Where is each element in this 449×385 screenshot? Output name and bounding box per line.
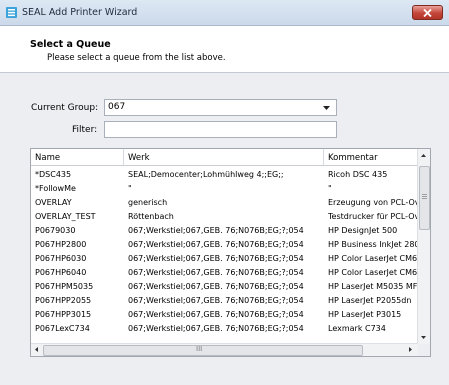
cell-name: *FollowMe	[35, 184, 76, 193]
scroll-left-icon[interactable]	[35, 347, 38, 352]
cell-kommentar: HP Color LaserJet CM6040	[328, 268, 419, 277]
cell-kommentar: Testdrucker für PCL-Overlays	[328, 212, 419, 221]
cell-name: P067LexC734	[35, 324, 90, 333]
horizontal-scrollbar[interactable]: III	[31, 343, 418, 356]
table-row[interactable]: P067LexC734 067;Werkstiel;067,GEB. 76;N07…	[31, 323, 419, 335]
table-row[interactable]: P067HPP2055 067;Werkstiel;067,GEB. 76;N07…	[31, 295, 419, 307]
cell-name: P067HPM5035	[35, 282, 94, 291]
cell-kommentar: HP Business InkJet 2800	[328, 240, 419, 249]
page-title: Select a Queue	[30, 39, 111, 50]
close-button[interactable]	[412, 5, 443, 20]
horizontal-scroll-thumb[interactable]: III	[43, 345, 363, 356]
filter-label: Filter:	[72, 125, 98, 135]
cell-name: P067HP2800	[35, 240, 87, 249]
cell-kommentar: Ricoh DSC 435	[328, 170, 388, 179]
cell-werk: 067;Werkstiel;067,GEB. 76;N076B;EG;?;054	[128, 324, 304, 333]
cell-name: P067HPP3015	[35, 310, 92, 319]
table-row[interactable]: P067HPP3015 067;Werkstiel;067,GEB. 76;N07…	[31, 309, 419, 321]
cell-werk: generisch	[128, 198, 168, 207]
cell-kommentar: Lexmark C734	[328, 324, 386, 333]
cell-name: P067HPP2055	[35, 296, 92, 305]
cell-kommentar: HP LaserJet M5035 MFP	[328, 282, 419, 291]
horizontal-grip: III	[196, 345, 203, 353]
cell-kommentar: HP LaserJet P3015	[328, 310, 402, 319]
cell-name: P067HP6040	[35, 268, 87, 277]
cell-werk: 067;Werkstiel;067,GEB. 76;N076B;EG;?;054	[128, 226, 304, 235]
cell-werk: 067;Werkstiel;067,GEB. 76;N076B;EG;?;054	[128, 296, 304, 305]
seal-app-icon	[6, 7, 17, 18]
cell-kommentar: HP Color LaserJet CM6030	[328, 254, 419, 263]
wizard-window: SEAL Add Printer Wizard Select a Queue P…	[0, 0, 449, 385]
column-header-name[interactable]: Name	[31, 149, 124, 166]
filter-input[interactable]	[104, 121, 337, 138]
table-row[interactable]: P067HPM5035 067;Werkstiel;067,GEB. 76;N07…	[31, 281, 419, 293]
vertical-scrollbar[interactable]	[417, 149, 430, 344]
cell-werk: 067;Werkstiel;067,GEB. 76;N076B;EG;?;054	[128, 268, 304, 277]
table-row[interactable]: OVERLAY generisch Erzeugung von PCL-Overla…	[31, 197, 419, 209]
cell-name: P0679030	[35, 226, 76, 235]
page-subtitle: Please select a queue from the list abov…	[47, 53, 226, 63]
queue-table[interactable]: Name Werk Kommentar *DSC435 SEAL;Democent…	[30, 148, 431, 357]
chevron-down-icon	[323, 106, 330, 110]
table-row[interactable]: *DSC435 SEAL;Democenter;Lohmühlweg 4;;EG;…	[31, 169, 419, 181]
table-row[interactable]: P0679030 067;Werkstiel;067,GEB. 76;N076B;…	[31, 225, 419, 237]
cell-werk: "	[128, 184, 132, 193]
cell-name: P067HP6030	[35, 254, 87, 263]
table-row[interactable]: P067HP6040 067;Werkstiel;067,GEB. 76;N076…	[31, 267, 419, 279]
current-group-select[interactable]: 067	[104, 99, 337, 116]
scroll-up-icon[interactable]	[421, 154, 426, 157]
cell-kommentar: HP LaserJet P2055dn	[328, 296, 412, 305]
cell-werk: 067;Werkstiel;067,GEB. 76;N076B;EG;?;054	[128, 282, 304, 291]
cell-name: *DSC435	[35, 170, 72, 179]
table-row[interactable]: P067HP6030 067;Werkstiel;067,GEB. 76;N076…	[31, 253, 419, 265]
cell-werk: 067;Werkstiel;067,GEB. 76;N076B;EG;?;054	[128, 254, 304, 263]
column-header-werk[interactable]: Werk	[124, 149, 324, 166]
title-bar[interactable]: SEAL Add Printer Wizard	[0, 0, 449, 26]
cell-name: OVERLAY	[35, 198, 72, 207]
cell-kommentar: Erzeugung von PCL-Overlays	[328, 198, 419, 207]
vertical-scroll-thumb[interactable]	[419, 166, 430, 230]
current-group-value: 067	[108, 102, 126, 112]
scroll-corner	[418, 344, 430, 356]
cell-werk: 067;Werkstiel;067,GEB. 76;N076B;EG;?;054	[128, 310, 304, 319]
scroll-down-icon[interactable]	[421, 336, 426, 339]
scroll-right-icon[interactable]	[409, 347, 412, 352]
cell-kommentar: HP DesignJet 500	[328, 226, 398, 235]
cell-werk: 067;Werkstiel;067,GEB. 76;N076B;EG;?;054	[128, 240, 304, 249]
current-group-label: Current Group:	[31, 103, 99, 113]
close-icon	[423, 9, 432, 17]
table-row[interactable]: OVERLAY_TEST Röttenbach Testdrucker für PC…	[31, 211, 419, 223]
window-title: SEAL Add Printer Wizard	[22, 7, 138, 18]
column-header-kommentar[interactable]: Kommentar	[324, 149, 419, 166]
cell-werk: Röttenbach	[128, 212, 174, 221]
cell-werk: SEAL;Democenter;Lohmühlweg 4;;EG;;	[128, 170, 284, 179]
cell-kommentar: "	[328, 184, 332, 193]
table-row[interactable]: *FollowMe " "	[31, 183, 419, 195]
cell-name: OVERLAY_TEST	[35, 212, 96, 221]
table-row[interactable]: P067HP2800 067;Werkstiel;067,GEB. 76;N076…	[31, 239, 419, 251]
wizard-header: Select a Queue Please select a queue fro…	[0, 26, 449, 73]
grip-icon	[422, 194, 427, 199]
